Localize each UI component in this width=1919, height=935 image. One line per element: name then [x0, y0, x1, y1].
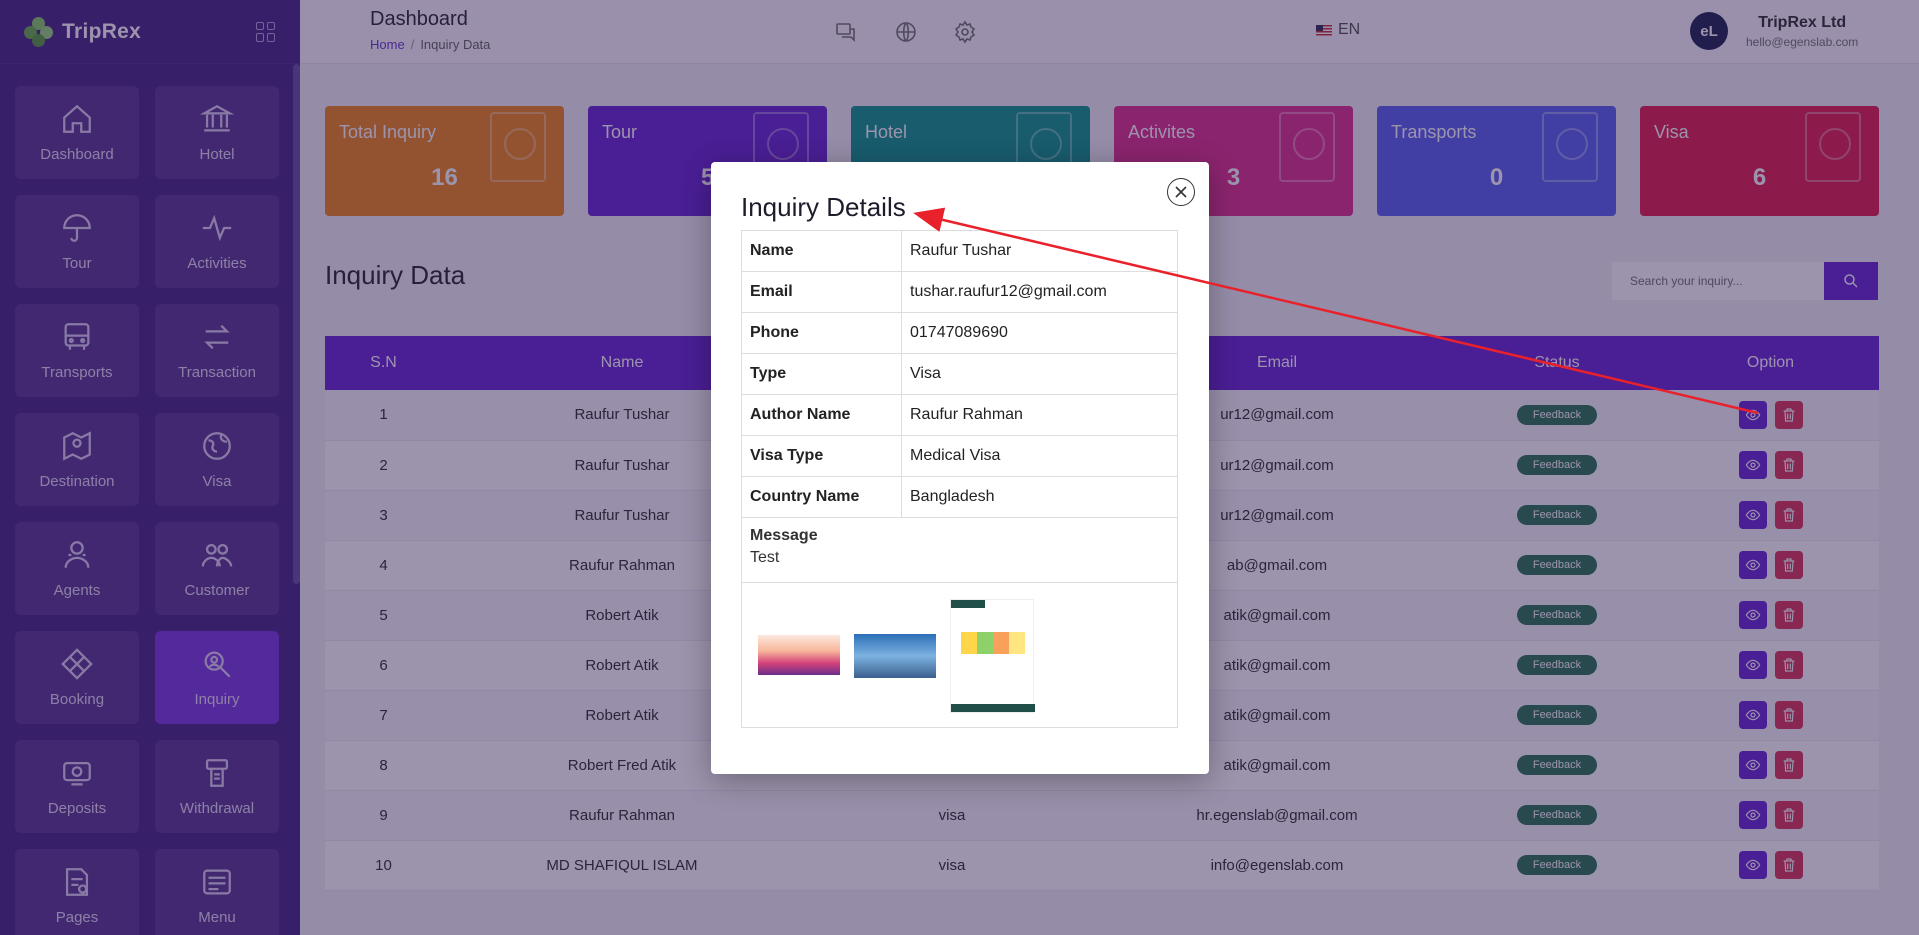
detail-label: Name [741, 230, 902, 272]
detail-value: Visa [901, 353, 1178, 395]
inquiry-details-modal: Inquiry Details Name Raufur Tushar Email t… [711, 162, 1209, 774]
details-table: Name Raufur Tushar Email tushar.raufur12@g… [741, 230, 1178, 518]
detail-value: Medical Visa [901, 435, 1178, 477]
message-block: Message Test [741, 517, 1178, 583]
attachments [741, 583, 1178, 728]
close-button[interactable] [1167, 178, 1195, 206]
detail-row: Country Name Bangladesh [741, 476, 1178, 518]
detail-row: Phone 01747089690 [741, 312, 1178, 354]
close-icon [1175, 186, 1187, 198]
detail-value: Raufur Rahman [901, 394, 1178, 436]
attachment-thumbnail[interactable] [758, 635, 840, 675]
modal-title: Inquiry Details [741, 192, 906, 222]
detail-row: Email tushar.raufur12@gmail.com [741, 271, 1178, 313]
detail-value: Raufur Tushar [901, 230, 1178, 272]
message-label: Message [750, 527, 818, 544]
detail-row: Author Name Raufur Rahman [741, 394, 1178, 436]
detail-label: Type [741, 353, 902, 395]
detail-row: Type Visa [741, 353, 1178, 395]
detail-label: Country Name [741, 476, 902, 518]
attachment-thumbnail[interactable] [854, 634, 936, 678]
detail-label: Phone [741, 312, 902, 354]
detail-row: Visa Type Medical Visa [741, 435, 1178, 477]
detail-label: Author Name [741, 394, 902, 436]
detail-label: Email [741, 271, 902, 313]
detail-value: Bangladesh [901, 476, 1178, 518]
detail-value: tushar.raufur12@gmail.com [901, 271, 1178, 313]
attachment-thumbnail[interactable] [950, 599, 1035, 713]
detail-label: Visa Type [741, 435, 902, 477]
detail-value: 01747089690 [901, 312, 1178, 354]
message-text: Test [750, 549, 780, 566]
detail-row: Name Raufur Tushar [741, 230, 1178, 272]
